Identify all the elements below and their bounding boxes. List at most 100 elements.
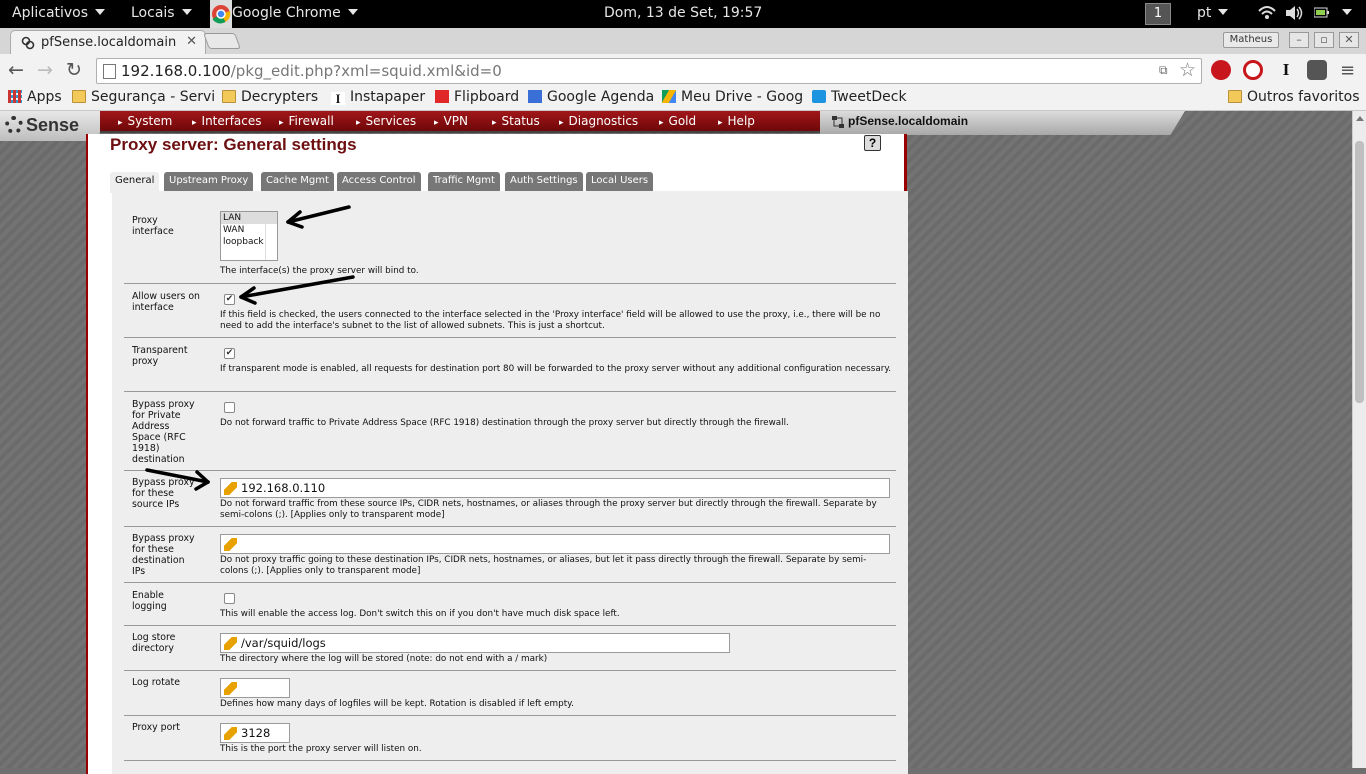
log-rotate-input[interactable] — [220, 678, 290, 698]
page-icon — [103, 64, 116, 79]
wifi-icon[interactable] — [1258, 5, 1276, 25]
system-menu[interactable] — [1335, 5, 1352, 21]
menu-interfaces[interactable]: Interfaces — [192, 114, 262, 128]
proxy-interface-select[interactable]: LAN WAN loopback — [220, 211, 278, 261]
back-icon[interactable]: ← — [8, 59, 24, 81]
tab-local-users[interactable]: Local Users — [586, 172, 654, 191]
row-bypass-source: Bypass proxy for these source IPs 192.16… — [124, 471, 896, 527]
folder-icon — [222, 90, 236, 103]
bookmarks-bar: Apps Segurança - Servi Decrypters I Insta… — [0, 86, 1366, 111]
new-tab-button[interactable] — [203, 33, 241, 49]
transparent-proxy-checkbox[interactable]: ✔ — [224, 348, 235, 359]
menu-gold[interactable]: Gold — [659, 114, 697, 128]
places-menu-label: Locais — [131, 5, 175, 21]
tab-auth-settings[interactable]: Auth Settings — [505, 172, 583, 191]
browser-tab[interactable]: pfSense.localdomain ✕ — [10, 30, 206, 54]
bookmark-meu-drive[interactable]: Meu Drive - Goog — [662, 89, 803, 105]
browser-toolbar: ← → ↻ 192.168.0.100/pkg_edit.php?xml=squ… — [0, 54, 1366, 86]
menu-icon[interactable]: ≡ — [1340, 60, 1360, 81]
translate-icon[interactable]: ⧉ — [1159, 63, 1168, 78]
bookmark-seguranca[interactable]: Segurança - Servi — [72, 89, 215, 105]
field-label: Bypass proxy for these source IPs — [132, 477, 195, 510]
star-icon[interactable]: ☆ — [1179, 59, 1196, 81]
bookmark-label: Meu Drive - Goog — [681, 89, 804, 105]
field-description: If transparent mode is enabled, all requ… — [220, 364, 892, 374]
lastpass-icon[interactable] — [1243, 60, 1263, 80]
field-label: Bypass proxy for Private Address Space (… — [132, 399, 195, 465]
bypass-private-checkbox[interactable] — [224, 402, 235, 413]
row-proxy-port: Proxy port 3128 This is the port the pro… — [124, 716, 896, 761]
chrome-app-icon — [210, 0, 232, 28]
pfsense-logo[interactable]: Sense — [0, 111, 100, 141]
log-directory-input[interactable]: /var/squid/logs — [220, 633, 730, 653]
workspace-indicator[interactable]: 1 — [1145, 3, 1171, 25]
bookmark-flipboard[interactable]: Flipboard — [435, 89, 519, 105]
menu-status[interactable]: Status — [492, 114, 540, 128]
field-description: This is the port the proxy server will l… — [220, 744, 422, 754]
pfsense-hostname: pfSense.localdomain — [820, 111, 1185, 135]
bookmark-label: Google Agenda — [547, 89, 655, 105]
menu-system[interactable]: System — [118, 114, 173, 128]
listbox-scrollbar[interactable] — [265, 212, 277, 260]
pfsense-navbar: Sense System Interfaces Firewall Service… — [0, 111, 1185, 141]
content-panel: Proxy server: General settings ? General… — [86, 134, 908, 774]
bookmark-google-agenda[interactable]: Google Agenda — [528, 89, 654, 105]
tab-general[interactable]: General — [110, 172, 160, 193]
field-label: Bypass proxy for these destination IPs — [132, 533, 195, 577]
bookmark-decrypters[interactable]: Decrypters — [222, 89, 318, 105]
menu-services[interactable]: Services — [356, 114, 417, 128]
other-bookmarks[interactable]: Outros favoritos — [1228, 89, 1360, 105]
page-scrollbar[interactable] — [1352, 111, 1366, 768]
forward-icon[interactable]: → — [37, 59, 53, 81]
enable-logging-checkbox[interactable] — [224, 593, 235, 604]
bookmark-apps[interactable]: Apps — [8, 89, 62, 105]
field-description: Defines how many days of logfiles will b… — [220, 699, 574, 709]
allow-users-checkbox[interactable]: ✔ — [224, 294, 235, 305]
clock[interactable]: Dom, 13 de Set, 19:57 — [604, 5, 762, 21]
places-menu[interactable]: Locais — [131, 5, 192, 21]
bypass-destination-input[interactable] — [220, 534, 890, 554]
tab-upstream-proxy[interactable]: Upstream Proxy — [164, 172, 254, 191]
app-menu[interactable]: Google Chrome — [232, 5, 358, 21]
menu-vpn[interactable]: VPN — [434, 114, 468, 128]
settings-form: Proxy interface LAN WAN loopback The int… — [112, 191, 908, 774]
close-window-button[interactable]: ✕ — [1339, 32, 1359, 48]
profile-badge[interactable]: Matheus — [1223, 32, 1279, 48]
menu-firewall[interactable]: Firewall — [279, 114, 334, 128]
minimize-button[interactable]: – — [1289, 32, 1309, 48]
address-bar[interactable]: 192.168.0.100/pkg_edit.php?xml=squid.xml… — [96, 58, 1202, 84]
bookmark-instapaper[interactable]: I Instapaper — [331, 89, 425, 105]
instapaper-ext-icon[interactable]: I — [1276, 60, 1296, 80]
proxy-port-input[interactable]: 3128 — [220, 723, 290, 743]
battery-icon[interactable] — [1313, 7, 1330, 23]
tab-cache-mgmt[interactable]: Cache Mgmt — [261, 172, 334, 191]
reload-icon[interactable]: ↻ — [66, 59, 82, 81]
scroll-up-icon[interactable] — [1356, 116, 1364, 121]
menu-help[interactable]: Help — [718, 114, 755, 128]
tab-access-control[interactable]: Access Control — [337, 172, 421, 191]
bypass-source-input[interactable]: 192.168.0.110 — [220, 478, 890, 498]
keyboard-layout-menu[interactable]: pt — [1197, 5, 1229, 21]
pocket-icon[interactable] — [1307, 60, 1327, 80]
bookmark-tweetdeck[interactable]: TweetDeck — [812, 89, 907, 105]
apps-menu[interactable]: Aplicativos — [12, 5, 106, 21]
calendar-icon — [528, 90, 542, 103]
pencil-icon — [224, 482, 237, 495]
bookmark-label: TweetDeck — [831, 89, 907, 105]
maximize-button[interactable]: ▫ — [1314, 32, 1334, 48]
field-description: The interface(s) the proxy server will b… — [220, 266, 419, 276]
folder-icon — [1228, 90, 1242, 103]
volume-icon[interactable] — [1285, 5, 1303, 25]
close-icon[interactable]: ✕ — [186, 34, 197, 49]
help-icon[interactable]: ? — [864, 135, 881, 151]
adblock-icon[interactable] — [1211, 60, 1231, 80]
field-label: Allow users on interface — [132, 291, 200, 313]
field-description: Do not forward traffic from these source… — [220, 499, 877, 520]
row-transparent-proxy: Transparent proxy ✔ If transparent mode … — [124, 338, 896, 392]
field-label: Enable logging — [132, 590, 167, 612]
row-bypass-private: Bypass proxy for Private Address Space (… — [124, 392, 896, 471]
tab-traffic-mgmt[interactable]: Traffic Mgmt — [428, 172, 500, 191]
scrollbar-thumb[interactable] — [1355, 141, 1364, 403]
pencil-icon — [224, 727, 237, 740]
menu-diagnostics[interactable]: Diagnostics — [559, 114, 639, 128]
